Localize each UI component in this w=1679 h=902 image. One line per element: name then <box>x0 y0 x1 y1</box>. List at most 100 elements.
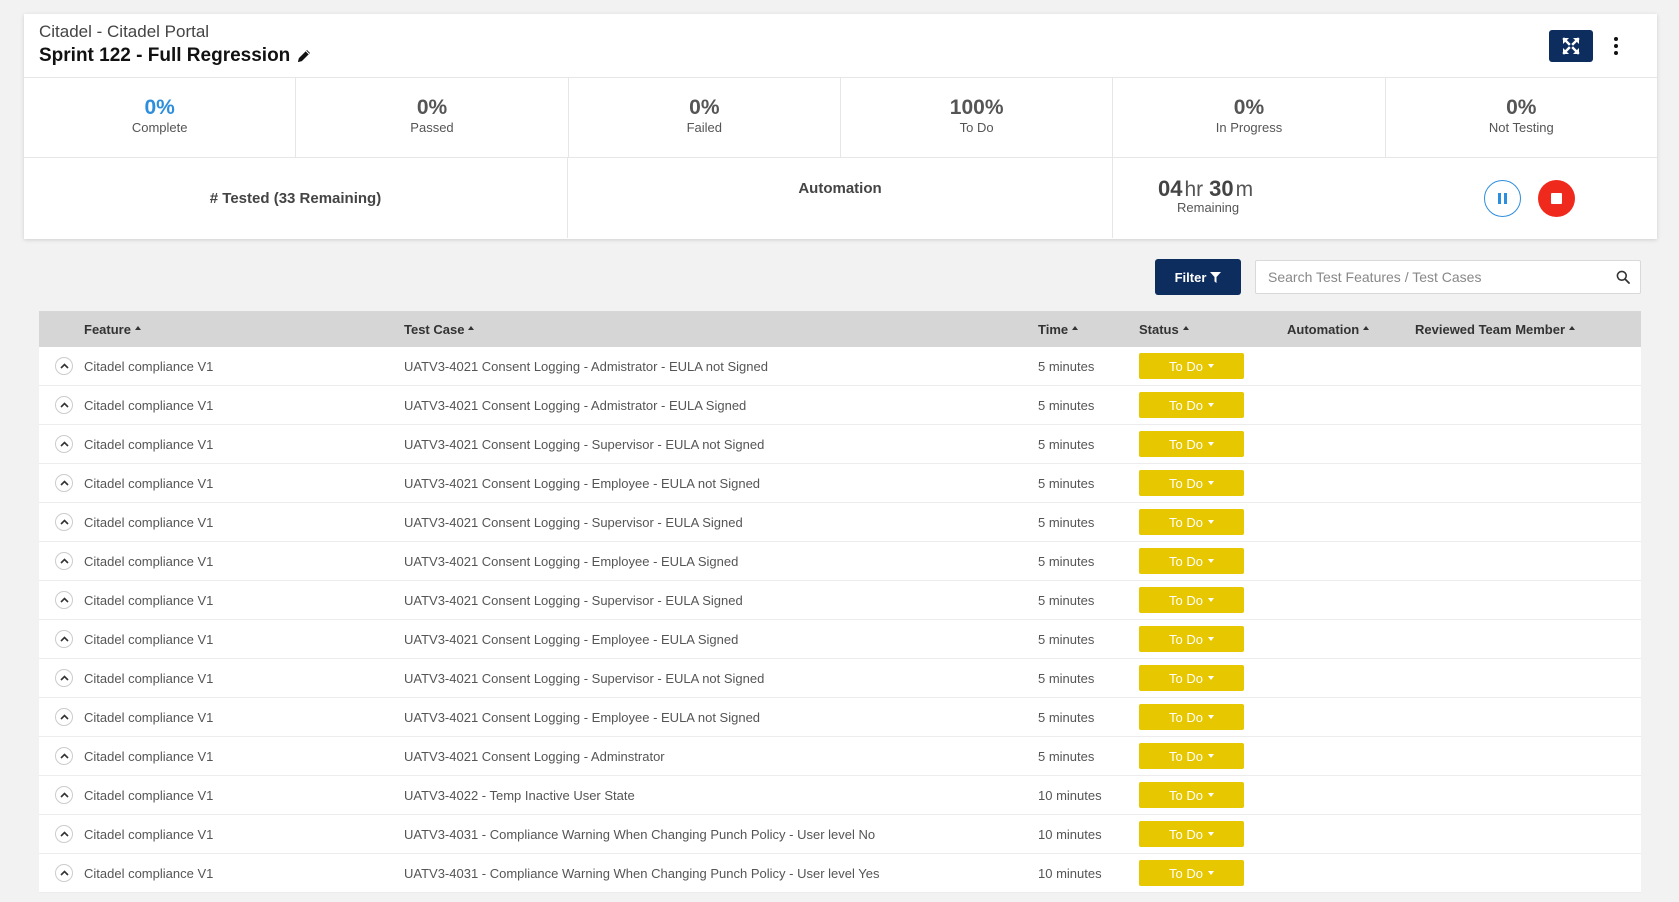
filter-button[interactable]: Filter <box>1155 259 1241 295</box>
sort-asc-icon <box>468 326 475 330</box>
collapse-chevron-icon[interactable] <box>55 825 73 843</box>
status-dropdown[interactable]: To Do <box>1139 392 1244 418</box>
col-reviewed-header[interactable]: Reviewed Team Member <box>1415 322 1576 337</box>
fullscreen-button[interactable] <box>1549 30 1593 62</box>
sprint-title-text: Sprint 122 - Full Regression <box>39 45 291 66</box>
status-dropdown[interactable]: To Do <box>1139 509 1244 535</box>
collapse-chevron-icon[interactable] <box>55 357 73 375</box>
stat-value: 0% <box>1233 96 1265 119</box>
feature-cell: Citadel compliance V1 <box>84 515 214 530</box>
collapse-chevron-icon[interactable] <box>55 396 73 414</box>
test-case-cell[interactable]: UATV3-4021 Consent Logging - Supervisor … <box>404 437 764 452</box>
automation-label: Automation <box>568 158 1113 238</box>
collapse-chevron-icon[interactable] <box>55 669 73 687</box>
test-case-cell[interactable]: UATV3-4021 Consent Logging - Adminstrato… <box>404 749 665 764</box>
status-label: To Do <box>1169 397 1203 413</box>
table-body: Citadel compliance V1 UATV3-4021 Consent … <box>39 347 1641 893</box>
time-cell: 5 minutes <box>1038 554 1095 569</box>
collapse-chevron-icon[interactable] <box>55 747 73 765</box>
more-options-icon[interactable] <box>1608 32 1624 60</box>
status-dropdown[interactable]: To Do <box>1139 626 1244 652</box>
status-dropdown[interactable]: To Do <box>1139 782 1244 808</box>
test-case-cell[interactable]: UATV3-4021 Consent Logging - Supervisor … <box>404 515 743 530</box>
feature-cell: Citadel compliance V1 <box>84 398 214 413</box>
test-case-cell[interactable]: UATV3-4021 Consent Logging - Admistrator… <box>404 398 746 413</box>
test-case-cell[interactable]: UATV3-4021 Consent Logging - Employee - … <box>404 710 760 725</box>
caret-down-icon <box>1207 598 1214 602</box>
status-dropdown[interactable]: To Do <box>1139 821 1244 847</box>
search-icon[interactable] <box>1616 270 1630 284</box>
collapse-chevron-icon[interactable] <box>55 435 73 453</box>
status-dropdown[interactable]: To Do <box>1139 587 1244 613</box>
test-case-cell[interactable]: UATV3-4031 - Compliance Warning When Cha… <box>404 866 879 881</box>
table-row: Citadel compliance V1 UATV3-4021 Consent … <box>39 464 1641 503</box>
table-row: Citadel compliance V1 UATV3-4021 Consent … <box>39 659 1641 698</box>
sort-asc-icon <box>1363 326 1370 330</box>
collapse-chevron-icon[interactable] <box>55 474 73 492</box>
col-status-header[interactable]: Status <box>1139 322 1189 337</box>
test-cases-table: Feature Test Case Time Status Automation… <box>39 311 1641 893</box>
stat-label: Passed <box>410 120 454 135</box>
search-input[interactable] <box>1256 261 1596 293</box>
caret-down-icon <box>1207 442 1214 446</box>
time-cell: 5 minutes <box>1038 437 1095 452</box>
time-cell: 10 minutes <box>1038 827 1102 842</box>
stat-value: 0% <box>144 96 175 119</box>
collapse-chevron-icon[interactable] <box>55 864 73 882</box>
tested-remaining: # Tested (33 Remaining) <box>24 158 568 238</box>
status-label: To Do <box>1169 787 1203 803</box>
col-feature-header[interactable]: Feature <box>84 322 141 337</box>
col-test-case-header[interactable]: Test Case <box>404 322 475 337</box>
col-time-header[interactable]: Time <box>1038 322 1079 337</box>
collapse-chevron-icon[interactable] <box>55 630 73 648</box>
project-name: Citadel - Citadel Portal <box>39 22 210 41</box>
col-automation-header[interactable]: Automation <box>1287 322 1370 337</box>
stat-not-testing: 0% Not Testing <box>1386 78 1657 157</box>
status-dropdown[interactable]: To Do <box>1139 431 1244 457</box>
collapse-chevron-icon[interactable] <box>55 552 73 570</box>
test-case-cell[interactable]: UATV3-4031 - Compliance Warning When Cha… <box>404 827 875 842</box>
table-row: Citadel compliance V1 UATV3-4021 Consent … <box>39 581 1641 620</box>
hours-value: 04 <box>1158 176 1183 201</box>
status-dropdown[interactable]: To Do <box>1139 470 1244 496</box>
stat-failed: 0% Failed <box>569 78 841 157</box>
test-case-cell[interactable]: UATV3-4022 - Temp Inactive User State <box>404 788 635 803</box>
table-header: Feature Test Case Time Status Automation… <box>39 311 1641 347</box>
pause-button[interactable] <box>1484 180 1521 217</box>
caret-down-icon <box>1207 481 1214 485</box>
status-dropdown[interactable]: To Do <box>1139 353 1244 379</box>
test-case-cell[interactable]: UATV3-4021 Consent Logging - Employee - … <box>404 476 760 491</box>
edit-pencil-icon[interactable] <box>296 48 312 64</box>
status-dropdown[interactable]: To Do <box>1139 665 1244 691</box>
collapse-chevron-icon[interactable] <box>55 786 73 804</box>
test-case-cell[interactable]: UATV3-4021 Consent Logging - Employee - … <box>404 632 738 647</box>
feature-cell: Citadel compliance V1 <box>84 476 214 491</box>
test-case-cell[interactable]: UATV3-4021 Consent Logging - Supervisor … <box>404 593 743 608</box>
status-label: To Do <box>1169 748 1203 764</box>
caret-down-icon <box>1207 520 1214 524</box>
test-case-cell[interactable]: UATV3-4021 Consent Logging - Employee - … <box>404 554 738 569</box>
collapse-chevron-icon[interactable] <box>55 591 73 609</box>
time-cell: 10 minutes <box>1038 866 1102 881</box>
stop-icon <box>1551 193 1562 204</box>
time-cell: 10 minutes <box>1038 788 1102 803</box>
stat-value: 0% <box>689 96 720 119</box>
time-cell: 5 minutes <box>1038 710 1095 725</box>
sprint-title: Sprint 122 - Full Regression <box>39 45 312 67</box>
status-label: To Do <box>1169 670 1203 686</box>
col-label: Time <box>1038 322 1069 337</box>
status-dropdown[interactable]: To Do <box>1139 743 1244 769</box>
time-cell: 5 minutes <box>1038 359 1095 374</box>
stop-button[interactable] <box>1538 180 1575 217</box>
status-dropdown[interactable]: To Do <box>1139 548 1244 574</box>
status-dropdown[interactable]: To Do <box>1139 704 1244 730</box>
collapse-chevron-icon[interactable] <box>55 708 73 726</box>
minutes-unit: m <box>1235 178 1254 201</box>
collapse-chevron-icon[interactable] <box>55 513 73 531</box>
table-row: Citadel compliance V1 UATV3-4031 - Compli… <box>39 815 1641 854</box>
caret-down-icon <box>1207 403 1214 407</box>
table-row: Citadel compliance V1 UATV3-4021 Consent … <box>39 386 1641 425</box>
test-case-cell[interactable]: UATV3-4021 Consent Logging - Supervisor … <box>404 671 764 686</box>
test-case-cell[interactable]: UATV3-4021 Consent Logging - Admistrator… <box>404 359 768 374</box>
status-dropdown[interactable]: To Do <box>1139 860 1244 886</box>
